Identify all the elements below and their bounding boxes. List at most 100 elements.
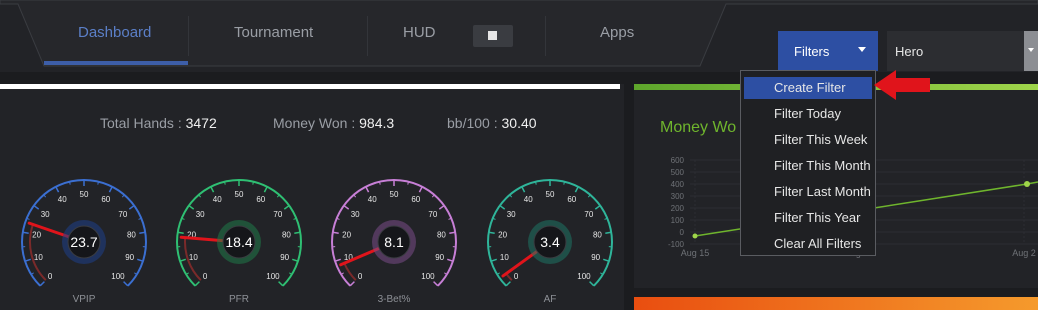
stats-panel-header-bar [0,84,620,89]
gauge-tick-label: 50 [546,190,555,199]
gauge-tick-label: 0 [358,272,363,281]
tab-divider [188,16,189,56]
gauge-tick-label: 40 [524,195,533,204]
gauge-tick [137,258,144,262]
gauge-tick [490,258,497,262]
tab-divider [545,16,546,56]
gauge-tick [438,204,445,210]
menu-item-filter-this-year[interactable]: Filter This Year [744,207,872,229]
gauge-tick [278,281,284,287]
gauge-tick [210,186,215,193]
gauge-tick [505,281,511,287]
gauge-minor-tick [30,272,34,275]
gauge-tick [499,204,506,210]
gauge-tick [24,258,31,262]
gauge-1: 010203040506070809010018.4 [176,179,302,287]
menu-item-filter-this-month[interactable]: Filter This Month [744,155,872,177]
gauge-tick-label: 10 [34,253,43,262]
gauge-tick-label: 70 [428,210,437,219]
gauge-tick-label: 100 [577,272,591,281]
total-hands-label: Total Hands : [100,115,182,131]
gauge-tick-label: 50 [235,190,244,199]
money-y-tick: 0 [680,228,685,237]
gauge-2: 01020304050607080901008.1 [331,179,457,287]
gauge-tick-label: 90 [435,253,444,262]
gauge-label-pfr: PFR [229,294,249,305]
gauge-tick [283,204,290,210]
gauge-tick [447,258,454,262]
player-select[interactable]: Hero [887,31,1038,71]
gauge-tick-label: 80 [282,230,291,239]
gauge-tick-label: 40 [213,195,222,204]
gauge-tick-label: 40 [58,195,67,204]
gauge-tick [349,281,355,287]
money-won-label: Money Won : [273,115,356,131]
gauge-0: 0 10 20 30 40 50 60 70 80 90 100 23.7 [21,179,147,287]
gauge-label-3bet: 3-Bet% [377,294,411,305]
gauge-tick [433,281,439,287]
tab-dashboard[interactable]: Dashboard [78,24,151,41]
total-hands-value: 3472 [185,115,217,131]
menu-item-filter-this-week[interactable]: Filter This Week [744,129,872,151]
select-arrow-icon[interactable] [1024,31,1038,71]
active-tab-indicator [44,61,188,65]
gauge-minor-tick [340,272,344,275]
gauge-tick [263,186,268,193]
menu-item-clear-all-filters[interactable]: Clear All Filters [744,233,872,255]
gauge-tick [574,186,579,193]
gauge-tick-label: 50 [80,190,89,199]
gauge-tick-label: 0 [48,272,53,281]
money-panel-title: Money Wo [660,119,737,136]
red-arrow-icon [874,70,930,100]
gauge-minor-tick [407,181,409,185]
gauge-tick-label: 70 [273,210,282,219]
gauge-value: 23.7 [70,234,97,250]
gauge-tick [33,204,40,210]
gauge-tick-label: 20 [342,230,351,239]
gauge-tick-label: 30 [507,210,516,219]
chevron-down-icon [858,47,866,52]
tab-hud[interactable]: HUD [403,24,436,41]
gauge-tick-label: 70 [584,210,593,219]
gauge-tick-label: 60 [101,195,110,204]
tab-apps[interactable]: Apps [600,24,634,41]
hud-toggle-button[interactable] [473,25,513,47]
money-y-tick: 200 [671,204,685,213]
gauge-tick [177,231,184,234]
gauge-tick [108,186,113,193]
gauges-area: 010203040506070809010023.701020304050607… [21,179,613,287]
gauge-tick-label: 80 [593,230,602,239]
gauge-tick [589,281,595,287]
gauge-tick [365,186,370,193]
gauge-tick [22,231,29,234]
gauge-minor-tick [224,181,226,185]
gauge-tick [188,204,195,210]
tab-tournament[interactable]: Tournament [234,24,313,41]
money-y-tick: 300 [671,192,685,201]
gauge-label-af: AF [543,294,557,305]
gauge-tick [521,186,526,193]
menu-item-filter-last-month[interactable]: Filter Last Month [744,181,872,203]
gauge-tick [292,258,299,262]
filters-dropdown-menu: Create Filter Filter Today Filter This W… [740,70,876,256]
gauge-tick [605,231,612,234]
money-point [692,233,698,239]
money-x-tick: Aug 15 [681,248,710,258]
menu-item-filter-today[interactable]: Filter Today [744,103,872,125]
gauge-minor-tick [69,181,71,185]
gauge-label-vpip: VPIP [72,294,96,305]
money-x-tick: Aug 2 [1012,248,1036,258]
gauge-tick-label: 80 [437,230,446,239]
gauge-tick-label: 30 [351,210,360,219]
gauge-minor-tick [289,272,293,275]
gauge-tick-label: 90 [125,253,134,262]
bb100-value: 30.40 [501,115,537,131]
gauge-tick-label: 100 [266,272,280,281]
menu-item-create-filter[interactable]: Create Filter [744,77,872,99]
gauge-tick-label: 30 [41,210,50,219]
filters-button-label: Filters [794,44,830,59]
total-hands-stat: Total Hands : 3472 [100,115,217,131]
gauge-minor-tick [563,181,565,185]
gauge-minor-tick [134,272,138,275]
gauge-tick-label: 10 [500,253,509,262]
